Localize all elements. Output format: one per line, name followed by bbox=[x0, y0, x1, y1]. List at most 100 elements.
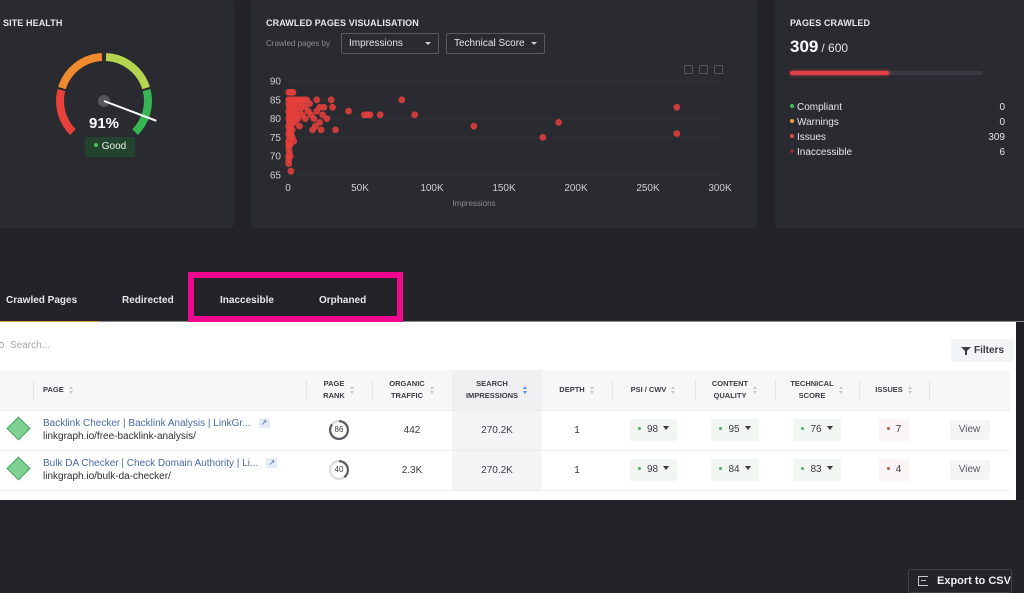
column-header-page[interactable]: PAGE bbox=[33, 370, 306, 411]
site-health-panel: SITE HEALTH 91% Good bbox=[0, 0, 234, 228]
y-tick-label: 75 bbox=[270, 133, 282, 144]
tab-redirected[interactable]: Redirected bbox=[122, 280, 174, 322]
column-divider bbox=[33, 380, 34, 400]
y-tick-label: 80 bbox=[270, 114, 282, 125]
external-link-icon[interactable]: ↗ bbox=[266, 458, 278, 469]
data-point bbox=[313, 96, 321, 104]
column-header-depth[interactable]: DEPTH bbox=[542, 370, 612, 411]
content-quality-dropdown[interactable]: 95 bbox=[711, 419, 759, 441]
y-axis-metric-dropdown[interactable]: Technical Score bbox=[446, 33, 545, 54]
column-header-label: SCORE bbox=[798, 390, 826, 400]
x-tick-label: 250K bbox=[636, 183, 660, 194]
legend-item-issues: Issues 309 bbox=[790, 130, 1005, 145]
score-value: 95 bbox=[728, 424, 740, 435]
issues-cell: 4 bbox=[859, 450, 929, 491]
page-title-link[interactable]: Backlink Checker | Backlink Analysis | L… bbox=[43, 418, 251, 429]
view-button[interactable]: View bbox=[949, 460, 990, 480]
column-divider bbox=[306, 380, 307, 400]
score-value: 83 bbox=[810, 464, 822, 475]
caret-down-icon bbox=[663, 426, 670, 431]
column-header-search-impressions[interactable]: SEARCH IMPRESSIONS bbox=[452, 370, 542, 411]
legend-label: Inaccessible bbox=[797, 147, 853, 158]
sort-icon bbox=[907, 385, 913, 394]
column-divider bbox=[929, 380, 930, 400]
status-dot-icon bbox=[801, 426, 805, 430]
crawl-legend: Compliant 0 Warnings 0 Issues 309 Inaccessi… bbox=[790, 100, 1005, 160]
view-button[interactable]: View bbox=[949, 420, 990, 440]
sort-icon bbox=[68, 385, 74, 394]
psi-cwv-dropdown[interactable]: 98 bbox=[629, 459, 678, 481]
data-point bbox=[673, 103, 681, 111]
data-point bbox=[329, 103, 336, 111]
action-cell: View bbox=[929, 450, 1010, 491]
data-point bbox=[285, 160, 293, 168]
legend-dot-icon bbox=[790, 104, 794, 109]
legend-item-inaccessible: Inaccessible 6 bbox=[790, 145, 1005, 160]
data-point bbox=[366, 111, 374, 119]
issue-dot-icon bbox=[886, 466, 890, 470]
legend-value: 0 bbox=[999, 117, 1005, 128]
export-csv-button[interactable]: Export to CSV bbox=[908, 569, 1012, 593]
table-row: Bulk DA Checker | Check Domain Authority… bbox=[0, 450, 1010, 491]
column-divider bbox=[775, 380, 776, 400]
technical-score-dropdown[interactable]: 83 bbox=[793, 459, 841, 481]
score-value: 84 bbox=[728, 464, 740, 475]
crawled-by-label: Crawled pages by bbox=[266, 39, 331, 48]
column-header-technical-score[interactable]: TECHNICAL SCORE bbox=[775, 370, 859, 411]
data-point bbox=[345, 107, 352, 115]
data-point bbox=[296, 122, 303, 130]
column-header-content-quality[interactable]: CONTENT QUALITY bbox=[695, 370, 775, 411]
page-cell: Backlink Checker | Backlink Analysis | L… bbox=[33, 410, 306, 451]
content-quality-cell: 95 bbox=[695, 410, 775, 451]
page-type-diamond-icon bbox=[5, 416, 31, 441]
issues-count[interactable]: 4 bbox=[878, 459, 910, 481]
legend-dot-icon bbox=[790, 119, 794, 124]
data-point bbox=[470, 122, 478, 130]
x-axis-metric-dropdown[interactable]: Impressions bbox=[341, 33, 439, 54]
content-quality-dropdown[interactable]: 84 bbox=[711, 459, 759, 481]
status-badge-label: Good bbox=[101, 141, 127, 152]
chevron-down-icon bbox=[531, 42, 537, 45]
legend-value: 309 bbox=[988, 132, 1005, 143]
data-point bbox=[398, 96, 406, 104]
chevron-down-icon bbox=[425, 42, 431, 45]
external-link-icon[interactable]: ↗ bbox=[258, 418, 270, 429]
site-health-percent: 91% bbox=[88, 115, 120, 132]
legend-label: Issues bbox=[797, 132, 826, 143]
search-placeholder: Search... bbox=[10, 340, 51, 351]
filter-icon bbox=[961, 347, 971, 355]
column-header-label: TRAFFIC bbox=[390, 390, 424, 400]
column-header-issues[interactable]: ISSUES bbox=[859, 370, 929, 411]
sort-icon bbox=[349, 385, 355, 394]
tab-crawled-pages[interactable]: Crawled Pages bbox=[0, 280, 100, 323]
score-value: 98 bbox=[646, 464, 659, 475]
column-header-organic-traffic[interactable]: ORGANIC TRAFFIC bbox=[372, 370, 452, 411]
technical-score-cell: 76 bbox=[775, 410, 859, 451]
search-input[interactable]: Search... bbox=[0, 340, 50, 351]
crawl-total: / 600 bbox=[821, 41, 849, 55]
legend-item-warnings: Warnings 0 bbox=[790, 115, 1005, 130]
sort-icon bbox=[753, 385, 758, 394]
data-point bbox=[323, 115, 331, 122]
data-point bbox=[376, 111, 384, 119]
technical-score-dropdown[interactable]: 76 bbox=[793, 419, 841, 441]
legend-item-compliant: Compliant 0 bbox=[790, 100, 1005, 115]
pages-crawled-count: 309/ 600 bbox=[790, 37, 848, 57]
crawled-pages-visualisation-panel: CRAWLED PAGES VISUALISATION Crawled page… bbox=[250, 0, 758, 228]
sort-icon bbox=[838, 385, 844, 394]
status-dot-icon bbox=[719, 426, 723, 430]
issues-count[interactable]: 7 bbox=[878, 419, 910, 441]
filters-button[interactable]: Filters bbox=[951, 339, 1014, 362]
column-header-label: ORGANIC bbox=[389, 378, 425, 388]
column-header-psi-cwv[interactable]: PSI / CWV bbox=[612, 370, 695, 411]
page-type-cell bbox=[0, 410, 33, 451]
page-title-link[interactable]: Bulk DA Checker | Check Domain Authority… bbox=[43, 458, 258, 469]
data-point bbox=[327, 96, 335, 104]
column-header-page-rank[interactable]: PAGE RANK bbox=[306, 370, 372, 411]
sort-icon bbox=[429, 385, 435, 394]
column-header-label: SEARCH bbox=[476, 378, 508, 388]
column-header-icon bbox=[0, 370, 33, 411]
psi-cwv-dropdown[interactable]: 98 bbox=[629, 419, 678, 441]
page-cell: Bulk DA Checker | Check Domain Authority… bbox=[33, 450, 306, 491]
column-header-label: PAGE bbox=[43, 384, 64, 394]
